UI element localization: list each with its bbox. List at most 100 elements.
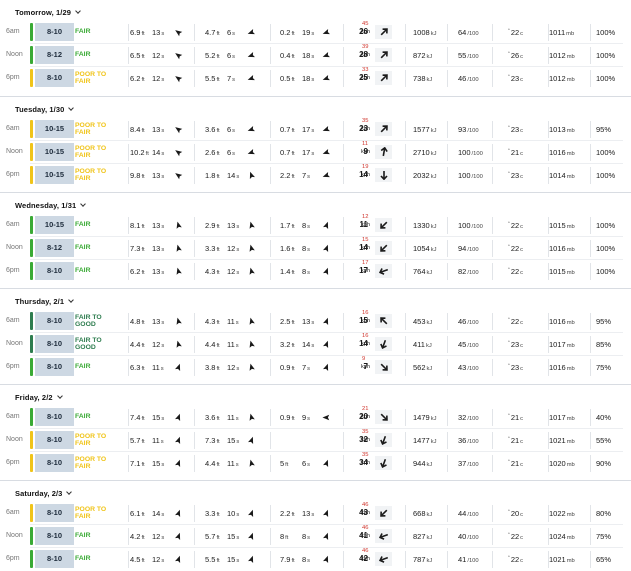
water-temperature-unit: c	[520, 174, 524, 180]
wave-energy-unit: kJ	[426, 535, 433, 541]
column-divider	[492, 551, 493, 568]
day-header[interactable]: Thursday, 2/1	[15, 297, 74, 306]
consistency-score: 93/100	[458, 125, 479, 134]
secondary-swell-period: 12s	[227, 363, 239, 372]
day-header[interactable]: Friday, 2/2	[15, 393, 63, 402]
secondary-swell-height-value: 5.5	[205, 74, 216, 83]
water-temperature-value: 22	[510, 317, 520, 326]
degree-symbol: °	[508, 267, 510, 272]
tertiary-swell-period-unit: s	[311, 512, 315, 518]
column-divider	[492, 528, 493, 545]
secondary-swell-period-unit: s	[232, 54, 236, 60]
tertiary-swell-height-value: 2.2	[280, 171, 291, 180]
column-divider	[270, 336, 271, 353]
swell-direction-icon	[249, 221, 255, 229]
primary-swell-height-value: 4.8	[130, 317, 141, 326]
consistency-score-value: 40	[458, 532, 467, 541]
secondary-swell-period-value: 11	[227, 317, 235, 326]
consistency-score-unit: /100	[467, 366, 479, 372]
consistency-score-unit: /100	[467, 31, 479, 37]
secondary-swell-period-unit: s	[232, 77, 236, 83]
tertiary-swell-height-unit: ft	[291, 247, 295, 253]
secondary-swell-period-unit: s	[235, 462, 239, 468]
secondary-swell-height-value: 5.5	[205, 555, 216, 564]
wind-direction-box	[375, 506, 392, 520]
column-divider	[492, 24, 493, 41]
air-pressure-unit: mb	[566, 366, 575, 372]
secondary-swell-period-unit: s	[236, 174, 240, 180]
wind-gust: 35	[362, 429, 369, 435]
tertiary-swell-height: 1.6ft	[280, 244, 295, 253]
secondary-swell-height-unit: ft	[216, 535, 220, 541]
secondary-swell-height-unit: ft	[216, 224, 220, 230]
tertiary-swell-period: 18s	[302, 51, 314, 60]
wind-gust: 15	[362, 237, 369, 243]
chevron-down-icon[interactable]	[75, 8, 81, 14]
air-pressure-unit: mb	[566, 343, 575, 349]
wind-unit: kph	[361, 52, 371, 58]
chevron-down-icon[interactable]	[80, 201, 87, 207]
wave-size: 8-12	[35, 46, 74, 64]
air-pressure: 1021mb	[549, 555, 575, 564]
wave-energy-value: 738	[413, 74, 426, 83]
day-header[interactable]: Tomorrow, 1/29	[15, 8, 81, 17]
wave-energy-value: 453	[413, 317, 426, 326]
tertiary-swell-period: 9s	[302, 413, 310, 422]
wind-direction-box	[375, 48, 392, 62]
water-temperature: °21c	[508, 459, 523, 468]
wind-unit: kph	[361, 268, 371, 274]
primary-swell-height-value: 8.4	[130, 125, 141, 134]
wave-energy-value: 764	[413, 267, 426, 276]
primary-swell-period-value: 13	[152, 171, 161, 180]
rating-color-bar	[30, 239, 33, 257]
consistency-score: 44/100	[458, 509, 479, 518]
air-pressure-value: 1012	[549, 74, 566, 83]
wind-gust: 45	[362, 21, 369, 27]
air-pressure: 1021mb	[549, 436, 575, 445]
wave-energy: 944kJ	[413, 459, 432, 468]
consistency-score: 45/100	[458, 340, 479, 349]
chevron-down-icon[interactable]	[68, 297, 74, 303]
water-temperature: °22c	[508, 532, 523, 541]
day-header[interactable]: Saturday, 2/3	[15, 489, 73, 498]
secondary-swell-height-unit: ft	[216, 439, 220, 445]
primary-swell-height: 4.4ft	[130, 340, 145, 349]
cloud-cover: 100%	[596, 74, 616, 83]
consistency-score-value: 82	[458, 267, 467, 276]
column-divider	[343, 47, 344, 64]
chevron-down-icon[interactable]	[56, 393, 63, 399]
secondary-swell-period-value: 15	[227, 555, 236, 564]
day-header[interactable]: Tuesday, 1/30	[15, 105, 75, 114]
column-divider	[343, 70, 344, 87]
wind-gust: 46	[362, 548, 369, 554]
rating-color-bar	[30, 216, 33, 234]
rating-color-bar	[30, 431, 33, 449]
rating-color-bar	[30, 408, 33, 426]
column-divider	[590, 121, 591, 138]
wind-arrow-icon	[380, 435, 387, 445]
consistency-score-value: 43	[458, 363, 467, 372]
chevron-down-icon[interactable]	[68, 105, 75, 111]
air-pressure: 1020mb	[549, 459, 575, 468]
primary-swell-height-unit: ft	[141, 535, 145, 541]
wind-direction-box	[375, 360, 392, 374]
wind-direction-box	[375, 218, 392, 232]
wave-energy-unit: kJ	[430, 224, 437, 230]
air-pressure: 1016mb	[549, 148, 575, 157]
primary-swell-period-unit: s	[160, 439, 164, 445]
primary-swell-height-unit: ft	[141, 439, 145, 445]
primary-swell-period: 15s	[152, 413, 164, 422]
wave-energy-value: 872	[413, 51, 426, 60]
primary-swell-height-unit: ft	[141, 224, 145, 230]
column-divider	[270, 359, 271, 376]
tertiary-swell-period-unit: s	[307, 416, 311, 422]
primary-swell-period: 13s	[152, 171, 164, 180]
primary-swell-height-unit: ft	[141, 77, 145, 83]
tertiary-swell-period-unit: s	[311, 54, 315, 60]
swell-direction-icon	[323, 459, 329, 467]
water-temperature: °20c	[508, 509, 523, 518]
primary-swell-height: 8.1ft	[130, 221, 145, 230]
cloud-cover: 100%	[596, 221, 616, 230]
chevron-down-icon[interactable]	[66, 489, 73, 495]
day-header[interactable]: Wednesday, 1/31	[15, 201, 87, 210]
